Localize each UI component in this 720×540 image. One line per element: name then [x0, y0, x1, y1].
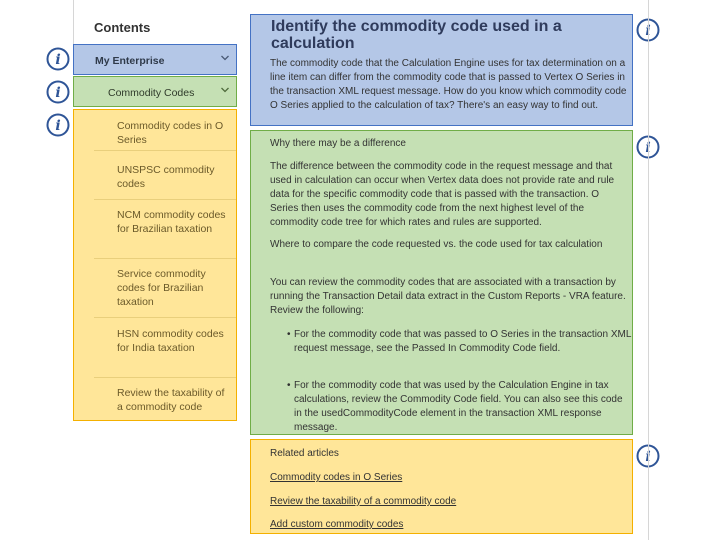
- subnav-item[interactable]: HSN commodity codes for India taxation: [74, 327, 236, 355]
- nav-commodity-codes-label: Commodity Codes: [108, 87, 195, 99]
- subnav-divider: [94, 317, 236, 318]
- subnav-item[interactable]: Review the taxability of a commodity cod…: [74, 386, 236, 414]
- related-link[interactable]: Commodity codes in O Series: [270, 472, 402, 483]
- info-icon[interactable]: i: [46, 80, 70, 104]
- article-body-panel: Why there may be a difference The differ…: [250, 130, 633, 435]
- svg-text:i: i: [55, 85, 60, 101]
- related-articles-title: Related articles: [270, 448, 339, 459]
- subnav-divider: [94, 377, 236, 378]
- related-link[interactable]: Add custom commodity codes: [270, 519, 403, 530]
- subnav-item[interactable]: UNSPSC commodity codes: [74, 163, 236, 191]
- chevron-down-icon[interactable]: [220, 53, 230, 63]
- body-paragraph: The difference between the commodity cod…: [270, 161, 615, 228]
- info-icon[interactable]: i: [46, 113, 70, 137]
- sidebar-divider: [73, 0, 74, 44]
- nav-commodity-codes[interactable]: Commodity Codes: [73, 76, 237, 107]
- nav-my-enterprise-label: My Enterprise: [95, 55, 165, 67]
- commodity-codes-subnav: Commodity codes in O Series UNSPSC commo…: [73, 109, 237, 421]
- article-header-panel: Identify the commodity code used in a ca…: [250, 14, 633, 126]
- list-item: For the commodity code that was used by …: [294, 380, 623, 433]
- bullet-icon: •: [287, 329, 291, 340]
- subnav-item[interactable]: Commodity codes in O Series: [74, 119, 236, 147]
- subnav-item[interactable]: Service commodity codes for Brazilian ta…: [74, 267, 236, 309]
- page-divider: [648, 0, 649, 540]
- contents-title: Contents: [94, 20, 151, 35]
- subnav-divider: [94, 258, 236, 259]
- related-articles-panel: Related articles Commodity codes in O Se…: [250, 439, 633, 534]
- subnav-item[interactable]: NCM commodity codes for Brazilian taxati…: [74, 208, 236, 236]
- chevron-down-icon[interactable]: [220, 85, 230, 95]
- contents-sidebar: Contents My Enterprise Commodity Codes C…: [73, 0, 237, 540]
- section-heading: Where to compare the code requested vs. …: [270, 239, 603, 250]
- subnav-divider: [94, 199, 236, 200]
- nav-my-enterprise[interactable]: My Enterprise: [73, 44, 237, 75]
- page-title: Identify the commodity code used in a ca…: [271, 18, 562, 52]
- intro-paragraph: The commodity code that the Calculation …: [270, 58, 627, 111]
- subnav-divider: [94, 150, 236, 151]
- body-paragraph: You can review the commodity codes that …: [270, 277, 626, 316]
- svg-text:i: i: [55, 52, 60, 68]
- info-icon[interactable]: i: [46, 47, 70, 71]
- list-item: For the commodity code that was passed t…: [294, 329, 632, 354]
- bullet-icon: •: [287, 380, 291, 391]
- svg-text:i: i: [55, 118, 60, 134]
- related-link[interactable]: Review the taxability of a commodity cod…: [270, 496, 456, 507]
- section-heading: Why there may be a difference: [270, 138, 406, 149]
